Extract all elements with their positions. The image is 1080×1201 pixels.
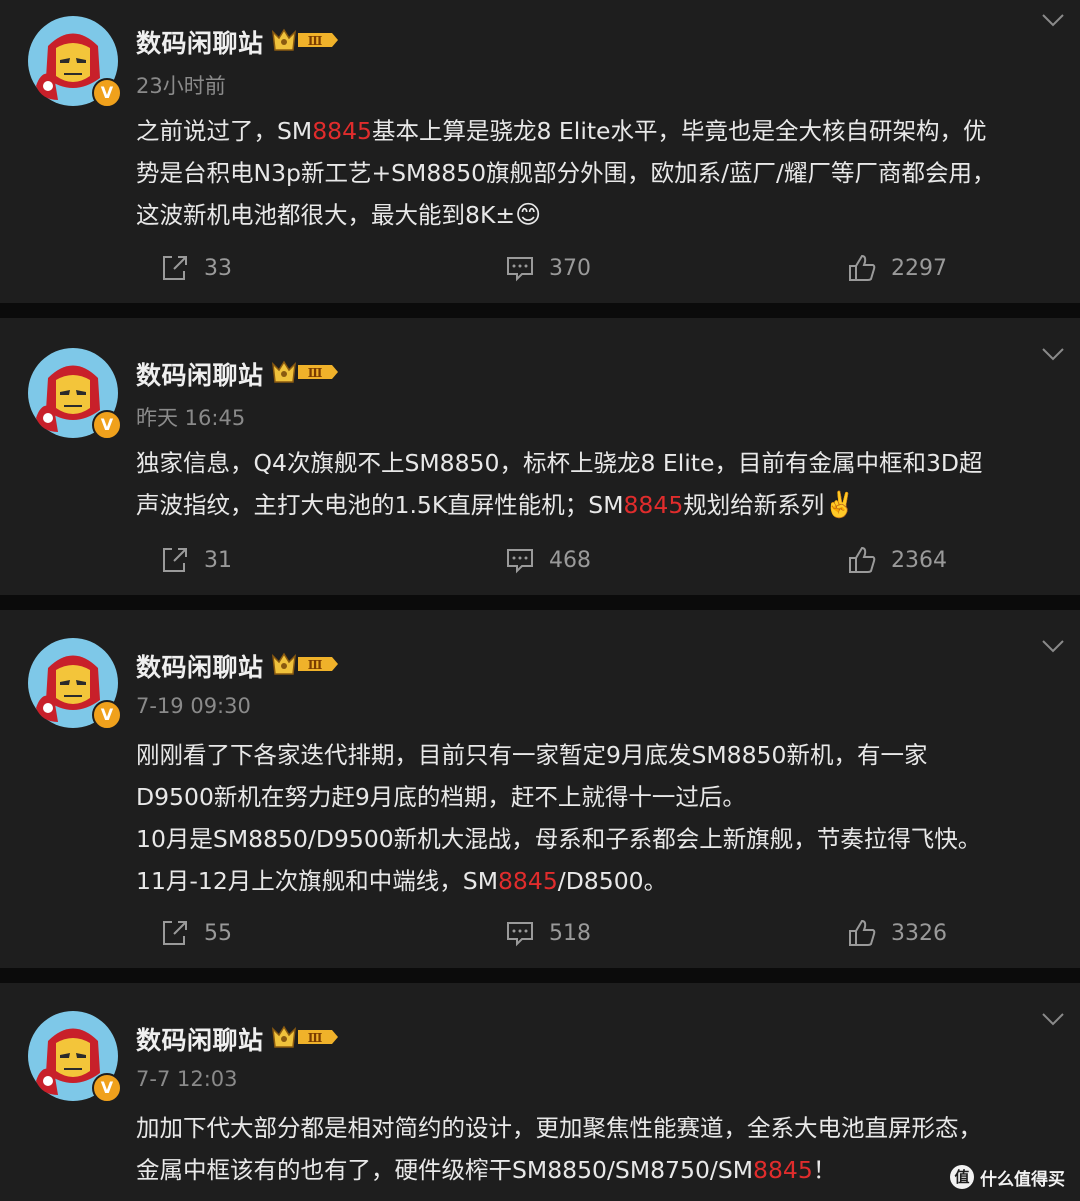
thumbs-up-icon — [849, 919, 876, 946]
like-count: 2297 — [891, 255, 947, 281]
post-text: 加加下代大部分都是相对简约的设计，更加聚焦性能赛道，全系大电池直屏形态， 金属中… — [136, 1114, 982, 1184]
svg-text:Ⅲ: Ⅲ — [308, 1031, 323, 1045]
thumbs-up-icon — [849, 254, 876, 281]
author-name[interactable]: 数码闲聊站 — [136, 648, 264, 684]
author-name[interactable]: 数码闲聊站 — [136, 1021, 264, 1057]
post-time: 7-19 09:30 — [136, 694, 251, 718]
weibo-post-card: V 数码闲聊站 Ⅲ 7-7 12:03 加加下代大部分都是相对简约的设计，更加聚… — [0, 983, 1080, 1201]
member-level-badge-icon: Ⅲ — [272, 652, 338, 675]
chevron-down-icon[interactable] — [1040, 12, 1066, 28]
author-name[interactable]: 数码闲聊站 — [136, 356, 264, 392]
watermark-text: 什么值得买 — [980, 1169, 1065, 1190]
comment-button[interactable]: 468 — [505, 545, 591, 575]
verified-badge-icon: V — [92, 1073, 122, 1103]
share-count: 33 — [204, 255, 232, 281]
share-icon — [163, 256, 187, 280]
svg-text:Ⅲ: Ⅲ — [308, 34, 323, 48]
smile-emoji: 😊 — [515, 200, 542, 229]
like-count: 2364 — [891, 547, 947, 573]
like-button[interactable]: 2364 — [847, 545, 947, 575]
avatar[interactable]: V — [28, 1011, 122, 1103]
post-time: 23小时前 — [136, 74, 226, 98]
smzdm-logo-icon: 值 — [950, 1165, 974, 1189]
post-time: 昨天 16:45 — [136, 406, 246, 430]
share-button[interactable]: 55 — [160, 918, 232, 948]
chevron-down-icon[interactable] — [1040, 638, 1066, 654]
author-name[interactable]: 数码闲聊站 — [136, 24, 264, 60]
comment-count: 518 — [549, 920, 591, 946]
victory-hand-emoji: ✌️ — [824, 490, 856, 519]
highlighted-keyword: 8845 — [753, 1156, 813, 1184]
share-count: 55 — [204, 920, 232, 946]
post-text: 刚刚看了下各家迭代排期，目前只有一家暂定9月底发SM8850新机，有一家 D95… — [136, 741, 982, 895]
verified-badge-icon: V — [92, 700, 122, 730]
highlighted-keyword: 8845 — [312, 117, 373, 145]
verified-badge-icon: V — [92, 410, 122, 440]
comment-button[interactable]: 518 — [505, 918, 591, 948]
post-text: 独家信息，Q4次旗舰不上SM8850，标杯上骁龙8 Elite，目前有金属中框和… — [136, 449, 983, 519]
comment-count: 370 — [549, 255, 591, 281]
avatar[interactable]: V — [28, 16, 122, 108]
share-icon — [163, 548, 187, 572]
weibo-post-card: V 数码闲聊站 Ⅲ 昨天 16:45 独家信息，Q4次旗舰不上SM8850，标杯… — [0, 318, 1080, 595]
post-text: 之前说过了，SM8845基本上算是骁龙8 Elite水平，毕竟也是全大核自研架构… — [136, 117, 996, 229]
member-level-badge-icon: Ⅲ — [272, 360, 338, 383]
like-count: 3326 — [891, 920, 947, 946]
like-button[interactable]: 2297 — [847, 253, 947, 283]
highlighted-keyword: 8845 — [623, 491, 684, 519]
thumbs-up-icon — [849, 546, 876, 573]
weibo-post-card: V 数码闲聊站 Ⅲ 7-19 09:30 刚刚看了下各家迭代排期，目前只有一家暂… — [0, 610, 1080, 968]
share-icon — [163, 921, 187, 945]
weibo-post-card: V 数码闲聊站 Ⅲ 23小时前 之前说过了，SM8845基本上算是骁龙8 Eli… — [0, 0, 1080, 303]
verified-badge-icon: V — [92, 78, 122, 108]
svg-text:Ⅲ: Ⅲ — [308, 366, 323, 380]
comment-icon — [507, 257, 533, 282]
comment-icon — [507, 922, 533, 947]
share-button[interactable]: 33 — [160, 253, 232, 283]
comment-icon — [507, 549, 533, 574]
highlighted-keyword: 8845 — [497, 867, 558, 895]
avatar[interactable]: V — [28, 348, 122, 440]
member-level-badge-icon: Ⅲ — [272, 28, 338, 51]
chevron-down-icon[interactable] — [1040, 1011, 1066, 1027]
comment-count: 468 — [549, 547, 591, 573]
comment-button[interactable]: 370 — [505, 253, 591, 283]
post-time: 7-7 12:03 — [136, 1067, 238, 1091]
like-button[interactable]: 3326 — [847, 918, 947, 948]
svg-text:Ⅲ: Ⅲ — [308, 658, 323, 672]
member-level-badge-icon: Ⅲ — [272, 1025, 338, 1048]
chevron-down-icon[interactable] — [1040, 346, 1066, 362]
avatar[interactable]: V — [28, 638, 122, 730]
share-button[interactable]: 31 — [160, 545, 232, 575]
share-count: 31 — [204, 547, 232, 573]
site-watermark: 值 什么值得买 — [950, 1162, 1065, 1192]
